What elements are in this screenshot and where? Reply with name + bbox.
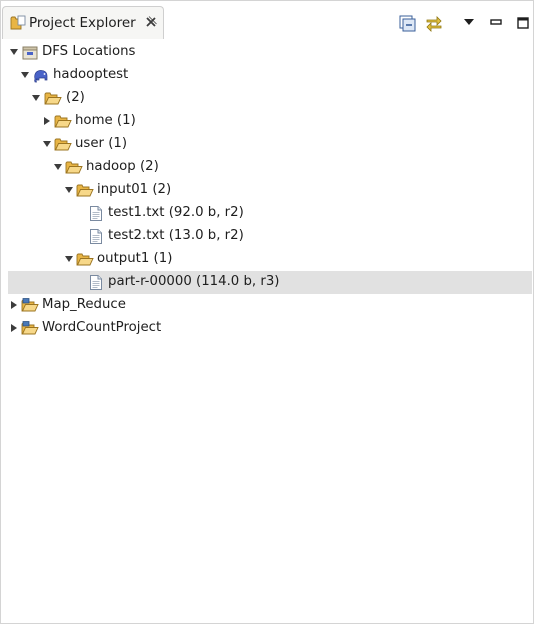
tree-item-map-reduce[interactable]: Map_Reduce bbox=[8, 294, 532, 317]
tree-item-label: DFS Locations bbox=[42, 44, 136, 59]
close-icon[interactable] bbox=[144, 15, 158, 29]
expand-arrow-icon[interactable] bbox=[64, 254, 74, 264]
file-icon bbox=[87, 205, 105, 222]
tree-item-label: (2) bbox=[66, 90, 85, 105]
view-title: Project Explorer bbox=[29, 15, 136, 31]
tree-item-label: user (1) bbox=[75, 136, 128, 151]
tree-item-label: Map_Reduce bbox=[42, 297, 126, 312]
tree-item-output1[interactable]: output1 (1) bbox=[8, 248, 532, 271]
collapse-arrow-icon[interactable] bbox=[42, 116, 52, 126]
tree-item-test1[interactable]: test1.txt (92.0 b, r2) bbox=[8, 202, 532, 225]
tree-item-label: hadooptest bbox=[53, 67, 129, 82]
expand-arrow-icon[interactable] bbox=[31, 93, 41, 103]
tree-item-input01[interactable]: input01 (2) bbox=[8, 179, 532, 202]
tree-item-hadoop[interactable]: hadoop (2) bbox=[8, 156, 532, 179]
expand-arrow-icon[interactable] bbox=[20, 70, 30, 80]
tree-item-root-dir[interactable]: (2) bbox=[8, 87, 532, 110]
project-folder-icon bbox=[21, 297, 39, 314]
link-with-editor-icon[interactable] bbox=[425, 14, 443, 32]
file-icon bbox=[87, 274, 105, 291]
tree-item-label: input01 (2) bbox=[97, 182, 172, 197]
folder-open-icon bbox=[65, 159, 83, 176]
tree-item-label: test2.txt (13.0 b, r2) bbox=[108, 228, 244, 243]
tree-item-label: part-r-00000 (114.0 b, r3) bbox=[108, 274, 280, 289]
tree-item-wordcountproject[interactable]: WordCountProject bbox=[8, 317, 532, 340]
collapse-arrow-icon[interactable] bbox=[9, 300, 19, 310]
tree-item-test2[interactable]: test2.txt (13.0 b, r2) bbox=[8, 225, 532, 248]
tree-item-part-r-00000[interactable]: part-r-00000 (114.0 b, r3) bbox=[8, 271, 532, 294]
tree-item-dfs-locations[interactable]: DFS Locations bbox=[8, 41, 532, 64]
collapse-all-icon[interactable] bbox=[398, 14, 416, 32]
tree-item-label: output1 (1) bbox=[97, 251, 173, 266]
folder-open-icon bbox=[44, 90, 62, 107]
folder-open-icon bbox=[76, 182, 94, 199]
file-icon bbox=[87, 228, 105, 245]
tree-item-label: home (1) bbox=[75, 113, 136, 128]
project-folder-icon bbox=[21, 320, 39, 337]
minimize-icon[interactable] bbox=[487, 14, 505, 32]
maximize-icon[interactable] bbox=[514, 14, 532, 32]
tree-item-label: WordCountProject bbox=[42, 320, 162, 335]
folder-open-icon bbox=[76, 251, 94, 268]
folder-open-icon bbox=[54, 113, 72, 130]
hadoop-elephant-icon bbox=[32, 67, 50, 84]
tree-item-home[interactable]: home (1) bbox=[8, 110, 532, 133]
tree-item-user[interactable]: user (1) bbox=[8, 133, 532, 156]
tree-item-hadooptest[interactable]: hadooptest bbox=[8, 64, 532, 87]
collapse-arrow-icon[interactable] bbox=[9, 323, 19, 333]
project-explorer-icon bbox=[10, 15, 26, 30]
folder-open-icon bbox=[54, 136, 72, 153]
project-explorer-tab[interactable]: Project Explorer bbox=[2, 6, 164, 39]
tree-item-label: test1.txt (92.0 b, r2) bbox=[108, 205, 244, 220]
view-tab-bar: Project Explorer bbox=[1, 1, 533, 39]
tree-item-label: hadoop (2) bbox=[86, 159, 159, 174]
expand-arrow-icon[interactable] bbox=[9, 47, 19, 57]
expand-arrow-icon[interactable] bbox=[64, 185, 74, 195]
expand-arrow-icon[interactable] bbox=[42, 139, 52, 149]
dfs-locations-icon bbox=[21, 44, 39, 61]
expand-arrow-icon[interactable] bbox=[53, 162, 63, 172]
view-menu-icon[interactable] bbox=[461, 14, 479, 32]
